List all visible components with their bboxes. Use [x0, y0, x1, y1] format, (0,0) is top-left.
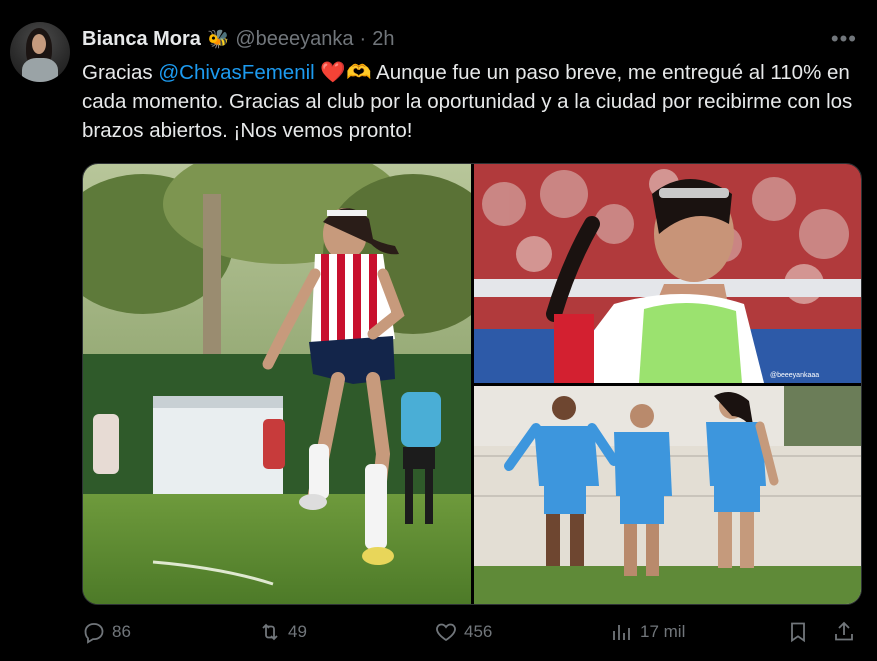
like-count: 456	[464, 622, 493, 641]
tweet-card[interactable]: Bianca Mora 🐝 @beeeyanka · 2h ••• Gracia…	[0, 0, 877, 661]
photo-player-profile[interactable]: @beeeyankaaa	[474, 164, 861, 383]
bookmark-button[interactable]	[786, 620, 810, 644]
author-handle[interactable]: @beeeyanka	[235, 26, 353, 52]
bee-emoji-icon: 🐝	[206, 29, 230, 49]
bookmark-icon	[791, 622, 805, 643]
photo-player-running-art	[83, 164, 471, 604]
photo-three-players[interactable]	[474, 386, 861, 604]
tweet-text: Gracias @ChivasFemenil ❤️🫶 Aunque fue un…	[82, 58, 862, 145]
repost-count: 49	[288, 622, 307, 641]
repost-button[interactable]: 49	[258, 620, 307, 644]
photo-player-profile-art: @beeeyankaaa	[474, 164, 861, 383]
share-button[interactable]	[832, 620, 856, 644]
media-grid: @beeeyankaaa	[82, 163, 862, 605]
heart-emoji-icon: ❤️	[320, 61, 346, 84]
heart-icon	[436, 623, 456, 642]
tweet-header: Bianca Mora 🐝 @beeeyanka · 2h	[82, 26, 394, 52]
more-options-icon[interactable]: •••	[831, 26, 857, 52]
author-name[interactable]: Bianca Mora	[82, 26, 201, 52]
reply-button[interactable]: 86	[82, 620, 131, 644]
text-part-1: Gracias	[82, 61, 159, 84]
repost-icon	[262, 623, 278, 641]
mention-link[interactable]: @ChivasFemenil	[158, 61, 314, 84]
photo-watermark: @beeeyankaaa	[770, 372, 819, 379]
timestamp[interactable]: 2h	[372, 26, 394, 52]
tweet-actions: 86 49 456 17 mil	[82, 620, 862, 650]
like-button[interactable]: 456	[434, 620, 492, 644]
reply-icon	[84, 623, 104, 644]
reply-count: 86	[112, 622, 131, 641]
separator: ·	[359, 28, 367, 50]
views-button[interactable]: 17 mil	[610, 620, 685, 644]
photo-three-players-art	[474, 386, 861, 604]
heart-hands-emoji-icon: 🫶	[345, 61, 372, 84]
avatar[interactable]	[10, 22, 70, 82]
share-icon	[835, 621, 853, 641]
views-icon	[613, 625, 630, 640]
views-count: 17 mil	[640, 622, 686, 641]
photo-player-running[interactable]	[83, 164, 471, 604]
